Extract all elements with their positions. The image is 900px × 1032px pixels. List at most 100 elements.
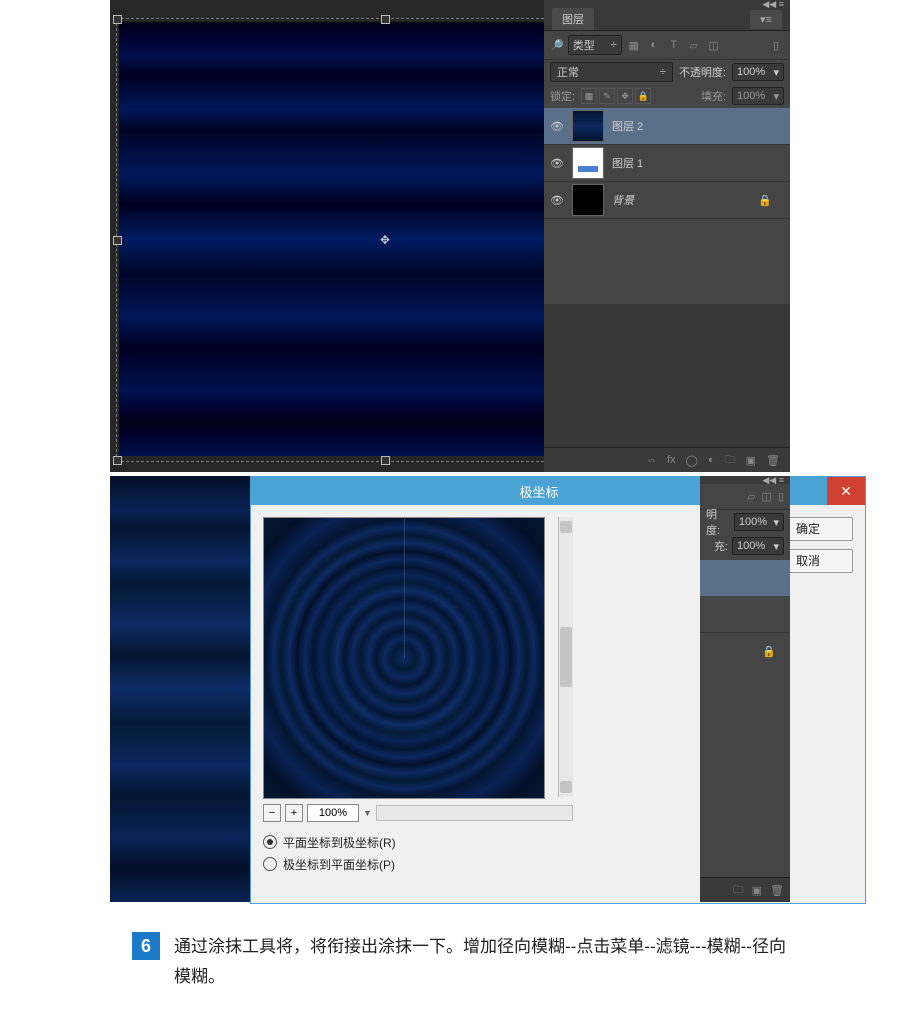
layer-row-cropped[interactable] [700, 560, 790, 596]
layer-row[interactable]: 👁 图层 2 [544, 108, 790, 145]
layer-fx-icon[interactable]: fx [667, 454, 676, 466]
fill-input[interactable]: 100%▾ [732, 87, 784, 105]
fill-value: 100% [737, 540, 765, 552]
dialog-title: 极坐标 [519, 482, 558, 501]
zoom-out-button[interactable]: − [263, 804, 281, 822]
lock-paint-icon[interactable]: ✎ [599, 88, 615, 104]
search-icon[interactable]: 🔎 [550, 39, 564, 52]
layer-row[interactable]: 👁 图层 1 [544, 145, 790, 182]
step-text: 通过涂抹工具将，将衔接出涂抹一下。增加径向模糊--点击菜单--滤镜---模糊--… [174, 932, 800, 992]
panel-menu-icon[interactable]: ▾≡ [750, 10, 782, 29]
layer-row-cropped[interactable] [700, 596, 790, 633]
layer-mask-icon[interactable]: ◯ [686, 454, 698, 467]
step-number-badge: 6 [132, 932, 160, 960]
radio-icon[interactable] [263, 857, 277, 871]
filter-shape-icon[interactable]: ▱ [686, 37, 702, 53]
lock-icons: ▦ ✎ ✥ 🔒 [581, 88, 651, 104]
option-label: 极坐标到平面坐标(P) [283, 856, 395, 873]
scroll-thumb-v[interactable] [560, 627, 572, 687]
canvas-texture-strip [110, 476, 250, 902]
transform-center-icon[interactable]: ✥ [380, 235, 390, 245]
tutorial-step: 6 通过涂抹工具将，将衔接出涂抹一下。增加径向模糊--点击菜单--滤镜---模糊… [0, 902, 900, 1032]
layer-name[interactable]: 图层 1 [612, 155, 643, 171]
opacity-input[interactable]: 100%▾ [734, 513, 784, 531]
visibility-icon[interactable]: 👁 [550, 120, 564, 133]
scroll-up-icon[interactable] [560, 521, 572, 533]
filter-type-icon[interactable]: T [666, 37, 682, 53]
adjustment-layer-icon[interactable]: ◐ [708, 454, 715, 466]
visibility-icon[interactable]: 👁 [550, 194, 564, 207]
blend-mode-select[interactable]: 正常÷ [550, 62, 673, 82]
filter-pixel-icon[interactable]: ▦ [626, 37, 642, 53]
layers-panel-bottom: ⇔ fx ◯ ◐ 🗀 ▣ 🗑 [544, 447, 790, 472]
lock-transparent-icon[interactable]: ▦ [581, 88, 597, 104]
blend-row: 正常÷ 不透明度: 100%▾ [544, 60, 790, 84]
lock-icon: 🔒 [758, 194, 772, 207]
delete-layer-icon[interactable]: 🗑 [770, 884, 784, 897]
lock-position-icon[interactable]: ✥ [617, 88, 633, 104]
visibility-icon[interactable]: 👁 [550, 157, 564, 170]
opacity-value: 100% [737, 66, 765, 78]
filter-toggle-icon[interactable]: ▯ [778, 490, 784, 503]
opacity-row-cropped: 明度: 100%▾ [700, 510, 790, 534]
handle-n[interactable] [381, 15, 390, 24]
layer-filter-row: 🔎 类型÷ ▦ ◐ T ▱ ◫ ▯ [544, 31, 790, 60]
lock-row: 锁定: ▦ ✎ ✥ 🔒 填充: 100%▾ [544, 84, 790, 108]
filter-shape-icon[interactable]: ▱ [747, 490, 755, 503]
opacity-label: 明度: [706, 506, 730, 538]
opacity-value: 100% [739, 516, 767, 528]
handle-sw[interactable] [113, 456, 122, 465]
blend-mode-value: 正常 [557, 64, 579, 80]
panel-collapse-icon[interactable]: ◀◀ ≡ [700, 476, 790, 484]
layers-panel-cropped: ◀◀ ≡ ▱ ◫ ▯ 明度: 100%▾ 充: 100%▾ 🔒 🗀 ▣ 🗑 [700, 476, 790, 902]
new-layer-icon[interactable]: ▣ [746, 454, 756, 467]
panel-bottom-cropped: 🗀 ▣ 🗑 [700, 877, 790, 902]
link-layers-icon[interactable]: ⇔ [646, 454, 657, 466]
preview-scrollbar-v[interactable] [558, 517, 573, 797]
filter-toggle-icon[interactable]: ▯ [768, 37, 784, 53]
preview-scrollbar-h[interactable] [376, 805, 573, 821]
filter-kind-select[interactable]: 类型÷ [568, 35, 622, 55]
layer-thumb[interactable] [572, 184, 604, 216]
preview-box[interactable] [263, 517, 545, 799]
filter-adjust-icon[interactable]: ◐ [646, 37, 662, 53]
fill-input[interactable]: 100%▾ [732, 537, 784, 555]
panel-tab-row: 图层 ▾≡ [544, 8, 790, 31]
close-button[interactable]: ✕ [827, 477, 865, 505]
filter-smart-icon[interactable]: ◫ [762, 490, 772, 503]
layer-row[interactable]: 👁 背景 🔒 [544, 182, 790, 219]
zoom-value[interactable]: 100% [307, 804, 359, 822]
zoom-in-button[interactable]: + [285, 804, 303, 822]
option-polar-to-rect[interactable]: 极坐标到平面坐标(P) [263, 853, 573, 875]
layer-group-icon[interactable]: 🗀 [733, 881, 744, 900]
opacity-label: 不透明度: [679, 64, 726, 80]
layer-group-icon[interactable]: 🗀 [725, 451, 736, 470]
lock-all-icon[interactable]: 🔒 [635, 88, 651, 104]
polar-preview [264, 518, 544, 798]
zoom-dropdown-icon[interactable]: ▼ [363, 808, 372, 818]
new-layer-icon[interactable]: ▣ [752, 884, 762, 897]
handle-s[interactable] [381, 456, 390, 465]
layers-panel: ◀◀ ≡ 图层 ▾≡ 🔎 类型÷ ▦ ◐ T ▱ ◫ ▯ 正常÷ 不透明度: 1… [544, 0, 790, 472]
panel-collapse-icon[interactable]: ◀◀ ≡ [544, 0, 790, 8]
fill-label: 填充: [701, 88, 726, 104]
scroll-down-icon[interactable] [560, 781, 572, 793]
layer-name[interactable]: 背景 [612, 192, 634, 208]
radio-icon[interactable] [263, 835, 277, 849]
dialog-left-col: − + 100% ▼ 平面坐标到极坐标(R) 极坐标到平面坐标(P) [263, 517, 573, 875]
screenshot-polar-dialog: 极坐标 ✕ − + 100% [110, 476, 790, 902]
layer-thumb[interactable] [572, 110, 604, 142]
layer-row-cropped[interactable]: 🔒 [700, 633, 790, 669]
fill-value: 100% [737, 90, 765, 102]
polar-options: 平面坐标到极坐标(R) 极坐标到平面坐标(P) [263, 831, 573, 875]
delete-layer-icon[interactable]: 🗑 [766, 454, 780, 467]
opacity-input[interactable]: 100%▾ [732, 63, 784, 81]
tab-layers[interactable]: 图层 [552, 8, 594, 30]
option-rect-to-polar[interactable]: 平面坐标到极坐标(R) [263, 831, 573, 853]
handle-w[interactable] [113, 236, 122, 245]
layer-name[interactable]: 图层 2 [612, 118, 643, 134]
handle-nw[interactable] [113, 15, 122, 24]
filter-smart-icon[interactable]: ◫ [706, 37, 722, 53]
panel-empty-area [544, 304, 790, 448]
layer-thumb[interactable] [572, 147, 604, 179]
